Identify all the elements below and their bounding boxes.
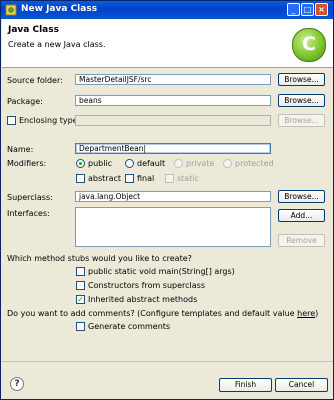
enclosing-type-input[interactable] bbox=[75, 115, 271, 126]
enclosing-type-checkbox[interactable] bbox=[7, 116, 16, 125]
footer-separator bbox=[2, 361, 333, 362]
stub-inherited-abstract-label: Inherited abstract methods bbox=[88, 295, 198, 304]
superclass-input[interactable]: java.lang.Object bbox=[75, 191, 271, 202]
modifier-private-radio[interactable] bbox=[174, 159, 183, 168]
name-label: Name: bbox=[7, 145, 34, 154]
modifier-final-label: final bbox=[137, 174, 155, 183]
radio-selected-dot bbox=[79, 162, 82, 165]
configure-templates-link[interactable]: here bbox=[297, 309, 315, 318]
package-input[interactable]: beans bbox=[75, 95, 271, 106]
cancel-button[interactable]: Cancel bbox=[275, 378, 328, 392]
help-icon[interactable]: ? bbox=[10, 377, 24, 391]
modifier-default-radio[interactable] bbox=[125, 159, 134, 168]
maximize-button[interactable]: □ bbox=[301, 3, 314, 16]
stub-main-label: public static void main(String[] args) bbox=[88, 267, 235, 276]
method-stubs-question: Which method stubs would you like to cre… bbox=[7, 254, 192, 263]
wizard-banner: Java Class Create a new Java class. C bbox=[2, 19, 333, 68]
banner-title: Java Class bbox=[8, 25, 59, 35]
logo-letter: C bbox=[302, 33, 316, 55]
close-button[interactable]: × bbox=[315, 3, 328, 16]
package-browse-button[interactable]: Browse... bbox=[278, 94, 325, 107]
modifier-static-checkbox[interactable] bbox=[165, 174, 174, 183]
enclosing-type-label: Enclosing type: bbox=[19, 116, 81, 125]
interfaces-add-button[interactable]: Add... bbox=[278, 209, 325, 222]
comments-question-text: Do you want to add comments? (Configure … bbox=[7, 309, 298, 318]
modifier-abstract-checkbox[interactable] bbox=[76, 174, 85, 183]
stub-constructors-label: Constructors from superclass bbox=[88, 281, 206, 290]
package-label: Package: bbox=[7, 97, 43, 106]
java-class-logo-icon: C bbox=[292, 28, 326, 62]
java-class-wizard-icon bbox=[5, 4, 17, 16]
superclass-label: Superclass: bbox=[7, 193, 53, 202]
generate-comments-label: Generate comments bbox=[88, 322, 171, 331]
modifier-private-label: private bbox=[186, 159, 215, 168]
title-bar[interactable]: New Java Class _ □ × bbox=[1, 1, 333, 19]
window-title: New Java Class bbox=[21, 4, 98, 14]
modifier-protected-label: protected bbox=[235, 159, 274, 168]
modifier-abstract-label: abstract bbox=[88, 174, 122, 183]
enclosing-type-browse-button[interactable]: Browse... bbox=[278, 114, 325, 127]
generate-comments-checkbox[interactable] bbox=[76, 322, 85, 331]
stub-constructors-checkbox[interactable] bbox=[76, 281, 85, 290]
new-java-class-dialog: New Java Class _ □ × Java Class Create a… bbox=[0, 0, 334, 400]
modifier-protected-radio[interactable] bbox=[223, 159, 232, 168]
source-folder-browse-button[interactable]: Browse... bbox=[278, 73, 325, 86]
stub-main-checkbox[interactable] bbox=[76, 267, 85, 276]
modifier-public-radio[interactable] bbox=[76, 159, 85, 168]
source-folder-input[interactable]: MasterDetailJSF/src bbox=[75, 74, 271, 85]
interfaces-label: Interfaces: bbox=[7, 209, 50, 218]
comments-question: Do you want to add comments? (Configure … bbox=[7, 309, 318, 318]
banner-message: Create a new Java class. bbox=[8, 40, 106, 49]
interfaces-remove-button[interactable]: Remove bbox=[278, 234, 325, 247]
modifier-static-label: static bbox=[177, 174, 199, 183]
modifiers-label: Modifiers: bbox=[7, 159, 47, 168]
modifier-default-label: default bbox=[137, 159, 166, 168]
class-name-input[interactable]: DepartmentBean| bbox=[75, 143, 271, 154]
stub-inherited-abstract-checkbox[interactable]: ✓ bbox=[76, 295, 85, 304]
modifier-final-checkbox[interactable] bbox=[125, 174, 134, 183]
interfaces-list[interactable] bbox=[75, 207, 271, 247]
comments-question-close: ) bbox=[315, 309, 319, 318]
source-folder-label: Source folder: bbox=[7, 76, 63, 85]
minimize-button[interactable]: _ bbox=[287, 3, 300, 16]
superclass-browse-button[interactable]: Browse... bbox=[278, 190, 325, 203]
modifier-public-label: public bbox=[88, 159, 113, 168]
finish-button[interactable]: Finish bbox=[219, 378, 272, 392]
